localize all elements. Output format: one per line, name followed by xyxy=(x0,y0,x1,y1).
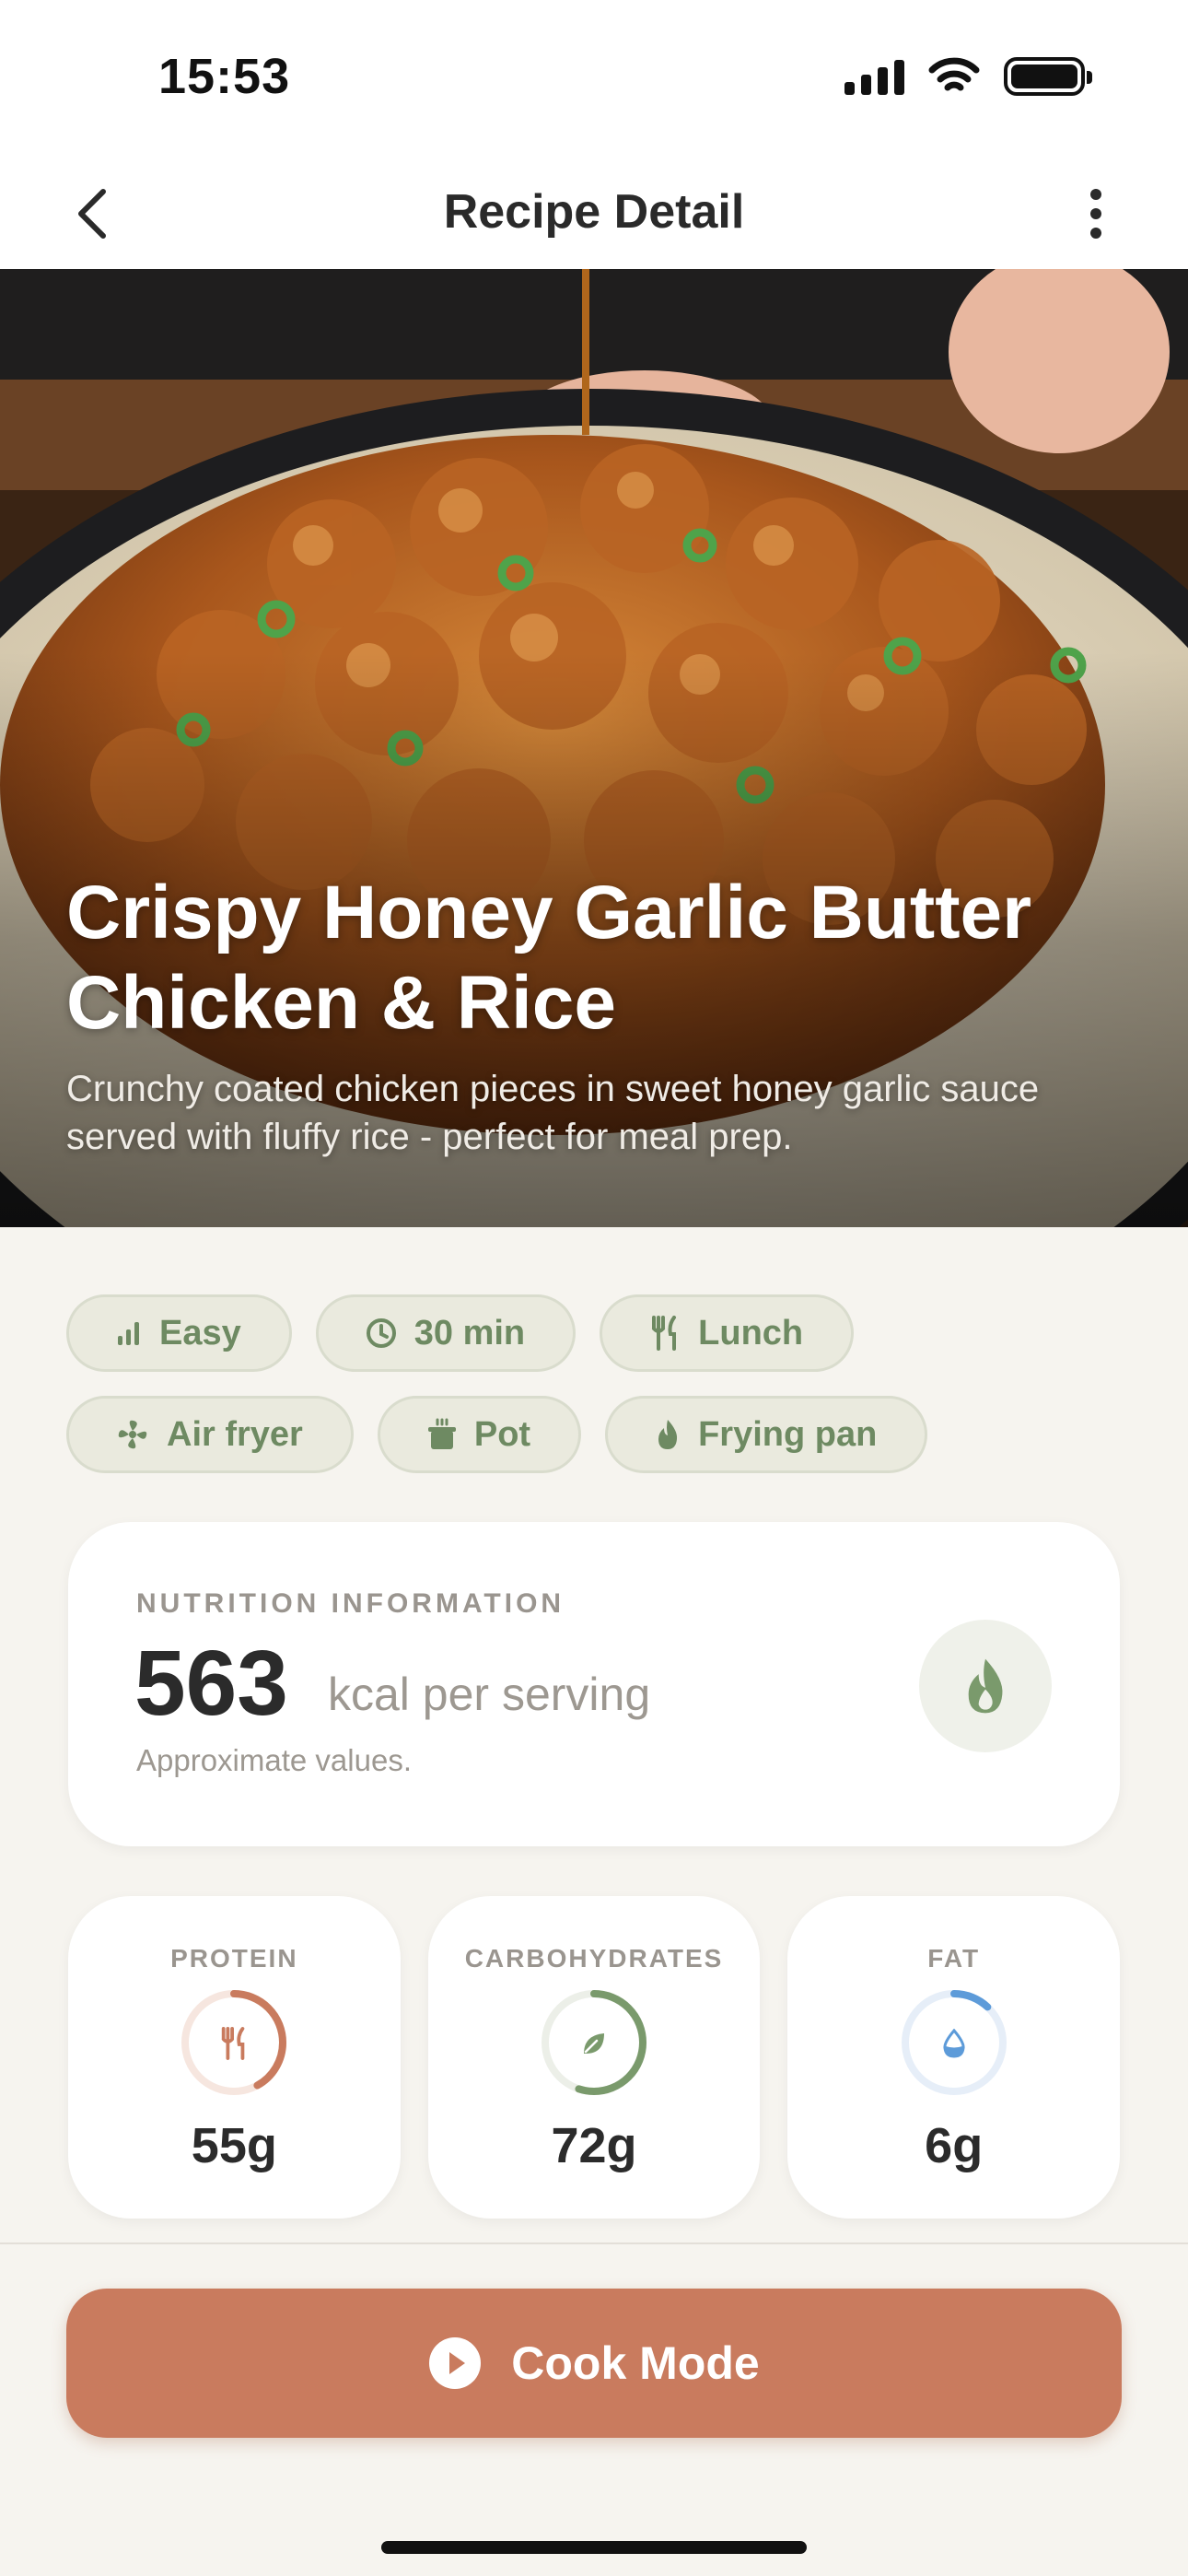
tag-label: 30 min xyxy=(413,1313,526,1352)
calories-badge xyxy=(919,1620,1052,1752)
nutrition-note: Approximate values. xyxy=(136,1743,412,1777)
wifi-icon xyxy=(928,57,980,91)
nutrition-heading: NUTRITION INFORMATION xyxy=(136,1588,565,1619)
navigation-bar: Recipe Detail xyxy=(0,157,1188,269)
tag-difficulty[interactable]: Easy xyxy=(66,1294,292,1372)
tag-label: Lunch xyxy=(698,1313,804,1352)
more-vertical-icon xyxy=(1090,189,1101,200)
tag-label: Air fryer xyxy=(167,1414,303,1454)
cook-mode-button[interactable]: Cook Mode xyxy=(66,2289,1122,2438)
status-time: 15:53 xyxy=(158,49,291,104)
droplet-icon xyxy=(932,2021,976,2066)
macro-card-fat: FAT 6g xyxy=(787,1896,1121,2219)
macro-value: 55g xyxy=(191,2118,277,2173)
page-title: Recipe Detail xyxy=(443,185,745,239)
cook-mode-label: Cook Mode xyxy=(511,2337,760,2389)
tag-time[interactable]: 30 min xyxy=(315,1294,577,1372)
status-icons xyxy=(844,57,1092,96)
home-indicator[interactable] xyxy=(381,2541,807,2554)
tag-equipment-air-fryer[interactable]: Air fryer xyxy=(66,1396,354,1473)
calories-value: 563 xyxy=(134,1632,288,1735)
recipe-title: Crispy Honey Garlic Butter Chicken & Ric… xyxy=(66,871,1032,1045)
tag-equipment-frying-pan[interactable]: Frying pan xyxy=(605,1396,928,1473)
nutrition-card: NUTRITION INFORMATION 563 kcal per servi… xyxy=(68,1522,1120,1846)
macro-label: PROTEIN xyxy=(170,1944,298,1973)
pot-icon xyxy=(427,1418,456,1449)
macro-card-carbohydrates: CARBOHYDRATES 72g xyxy=(427,1896,761,2219)
macros-row: PROTEIN 55g CARBOHYDRATES 72g FAT 6g xyxy=(68,1896,1121,2219)
fan-icon xyxy=(118,1420,147,1449)
bottom-divider xyxy=(0,2242,1188,2244)
recipe-subtitle: Crunchy coated chicken pieces in sweet h… xyxy=(66,1069,1040,1157)
macro-value: 72g xyxy=(551,2118,637,2173)
signal-icon xyxy=(844,58,904,95)
recipe-hero: Crispy Honey Garlic Butter Chicken & Ric… xyxy=(0,269,1188,1227)
difficulty-bars-icon xyxy=(118,1322,139,1345)
macro-value: 6g xyxy=(925,2118,984,2173)
macro-label: CARBOHYDRATES xyxy=(464,1944,724,1973)
macro-card-protein: PROTEIN 55g xyxy=(68,1896,401,2219)
leaf-icon xyxy=(572,2021,616,2066)
utensils-icon xyxy=(652,1316,677,1351)
clock-icon xyxy=(366,1318,396,1348)
tag-label: Frying pan xyxy=(698,1414,878,1454)
more-options-button[interactable] xyxy=(1059,177,1133,251)
tag-label: Easy xyxy=(159,1313,241,1352)
macro-label: FAT xyxy=(927,1944,981,1973)
battery-icon xyxy=(1004,57,1092,96)
tag-meal[interactable]: Lunch xyxy=(600,1294,855,1372)
flame-icon xyxy=(968,1658,1003,1714)
tag-label: Pot xyxy=(473,1414,531,1454)
recipe-tags: Easy 30 min Lunch Air fryer Pot Frying p… xyxy=(66,1294,1125,1497)
tag-equipment-pot[interactable]: Pot xyxy=(377,1396,582,1473)
calories-unit: kcal per serving xyxy=(328,1669,651,1720)
utensils-icon xyxy=(212,2021,256,2066)
flame-icon xyxy=(658,1420,678,1449)
play-circle-icon xyxy=(429,2337,482,2389)
status-bar: 15:53 xyxy=(0,0,1188,157)
